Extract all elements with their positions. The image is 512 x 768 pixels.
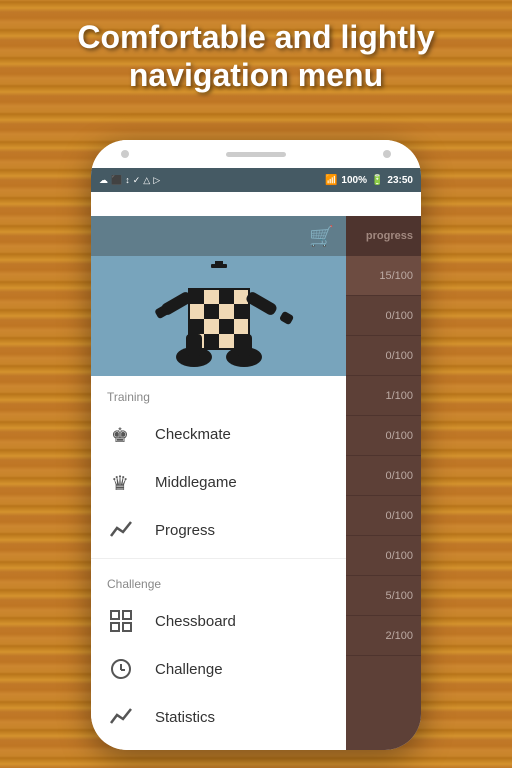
- progress-item: 1/100: [345, 376, 421, 416]
- time-display: 23:50: [387, 175, 413, 186]
- progress-item: 0/100: [345, 336, 421, 376]
- nav-statistics[interactable]: Statistics: [91, 693, 346, 741]
- king-icon: ♚: [107, 420, 135, 448]
- stats-icon: [107, 703, 135, 731]
- progress-item: 0/100: [345, 496, 421, 536]
- status-bar: ☁ ⬛ ↕ ✓ △ ▷ 📶 100% 🔋 23:50: [91, 168, 421, 192]
- battery-icon: 🔋: [371, 175, 383, 186]
- challenge-label: Challenge: [155, 661, 223, 678]
- chess-logo-svg: [139, 261, 299, 371]
- progress-value: 5/100: [385, 590, 413, 602]
- progress-value: 0/100: [385, 310, 413, 322]
- wifi-icon: 📶: [325, 175, 337, 186]
- front-camera: [121, 150, 129, 158]
- navigation-drawer: 🛒: [91, 216, 346, 750]
- progress-items: 15/100 0/100 0/100 1/100 0/100 0/100: [345, 256, 421, 656]
- phone-speaker: [226, 152, 286, 157]
- nav-middlegame[interactable]: ♛ Middlegame: [91, 458, 346, 506]
- progress-value: 2/100: [385, 630, 413, 642]
- check-icon: ✓: [133, 175, 141, 186]
- grid-icon: [107, 607, 135, 635]
- progress-item: 0/100: [345, 296, 421, 336]
- progress-label: progress: [366, 230, 413, 242]
- progress-value: 0/100: [385, 550, 413, 562]
- progress-value: 15/100: [379, 270, 413, 282]
- phone-top: [91, 140, 421, 168]
- cloud-icon: ☁: [99, 175, 108, 186]
- progress-item: 0/100: [345, 456, 421, 496]
- progress-value: 1/100: [385, 390, 413, 402]
- nav-challenge[interactable]: Challenge: [91, 645, 346, 693]
- nav-progress[interactable]: Progress: [91, 506, 346, 554]
- alert-icon: △: [143, 175, 150, 186]
- header-line2: navigation menu: [129, 57, 383, 93]
- trend-up-icon: [107, 516, 135, 544]
- battery-percent: 100%: [341, 175, 367, 186]
- svg-text:♛: ♛: [111, 473, 129, 494]
- progress-item: 0/100: [345, 416, 421, 456]
- clock-icon: [107, 655, 135, 683]
- phone-frame: ☁ ⬛ ↕ ✓ △ ▷ 📶 100% 🔋 23:50 progress 15/1…: [91, 140, 421, 750]
- progress-value: 0/100: [385, 510, 413, 522]
- statistics-label: Statistics: [155, 709, 215, 726]
- progress-item: 15/100: [345, 256, 421, 296]
- svg-text:♚: ♚: [111, 425, 129, 446]
- queen-icon: ♛: [107, 468, 135, 496]
- nav-chessboard[interactable]: Chessboard: [91, 597, 346, 645]
- progress-item: 2/100: [345, 616, 421, 656]
- chess-banner: [91, 256, 346, 376]
- progress-nav-label: Progress: [155, 522, 215, 539]
- nav-divider: [91, 558, 346, 559]
- header-line1: Comfortable and lightly: [77, 19, 434, 55]
- cart-icon[interactable]: 🛒: [309, 224, 334, 249]
- status-icons: ☁ ⬛ ↕ ✓ △ ▷: [99, 175, 160, 186]
- middlegame-label: Middlegame: [155, 474, 237, 491]
- progress-item: 5/100: [345, 576, 421, 616]
- image-icon: ⬛: [111, 175, 122, 186]
- progress-value: 0/100: [385, 470, 413, 482]
- progress-value: 0/100: [385, 350, 413, 362]
- app-bar: 🛒: [91, 216, 346, 256]
- chessboard-label: Chessboard: [155, 613, 236, 630]
- status-right: 📶 100% 🔋 23:50: [325, 175, 413, 186]
- challenge-section-label: Challenge: [91, 563, 346, 597]
- progress-item: 0/100: [345, 536, 421, 576]
- progress-panel: progress 15/100 0/100 0/100 1/100 0/100: [345, 216, 421, 750]
- phone-dot: [383, 150, 391, 158]
- nav-checkmate[interactable]: ♚ Checkmate: [91, 410, 346, 458]
- play-icon: ▷: [153, 175, 160, 186]
- progress-header: progress: [345, 216, 421, 256]
- progress-value: 0/100: [385, 430, 413, 442]
- sync-icon: ↕: [125, 175, 130, 185]
- header-banner: Comfortable and lightly navigation menu: [0, 18, 512, 95]
- checkmate-label: Checkmate: [155, 426, 231, 443]
- training-section-label: Training: [91, 376, 346, 410]
